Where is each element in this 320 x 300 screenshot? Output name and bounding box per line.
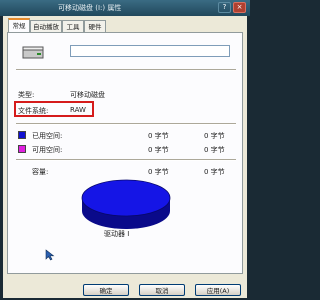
close-button[interactable]: × bbox=[233, 2, 246, 13]
dialog-frame: 常规 自动播放 工具 硬件 类型: 可移动磁盘 文件系统: RAW 已用空间: … bbox=[3, 16, 247, 298]
tab-hardware[interactable]: 硬件 bbox=[84, 20, 106, 32]
title-bar: 可移动磁盘 (I:) 属性 ? × bbox=[0, 0, 250, 16]
ok-button[interactable]: 确定 bbox=[83, 284, 129, 296]
general-panel: 类型: 可移动磁盘 文件系统: RAW 已用空间: 0 字节 0 字节 可用空间… bbox=[7, 32, 243, 274]
window-title: 可移动磁盘 (I:) 属性 bbox=[58, 4, 122, 12]
tab-general[interactable]: 常规 bbox=[8, 18, 30, 32]
cancel-button[interactable]: 取消 bbox=[139, 284, 185, 296]
mouse-cursor-icon bbox=[45, 249, 55, 261]
tab-tools[interactable]: 工具 bbox=[62, 20, 84, 32]
apply-button[interactable]: 应用(A) bbox=[195, 284, 241, 296]
tab-autoplay[interactable]: 自动播放 bbox=[30, 20, 62, 32]
help-button[interactable]: ? bbox=[218, 2, 231, 13]
drive-caption: 驱动器 I bbox=[104, 230, 130, 238]
